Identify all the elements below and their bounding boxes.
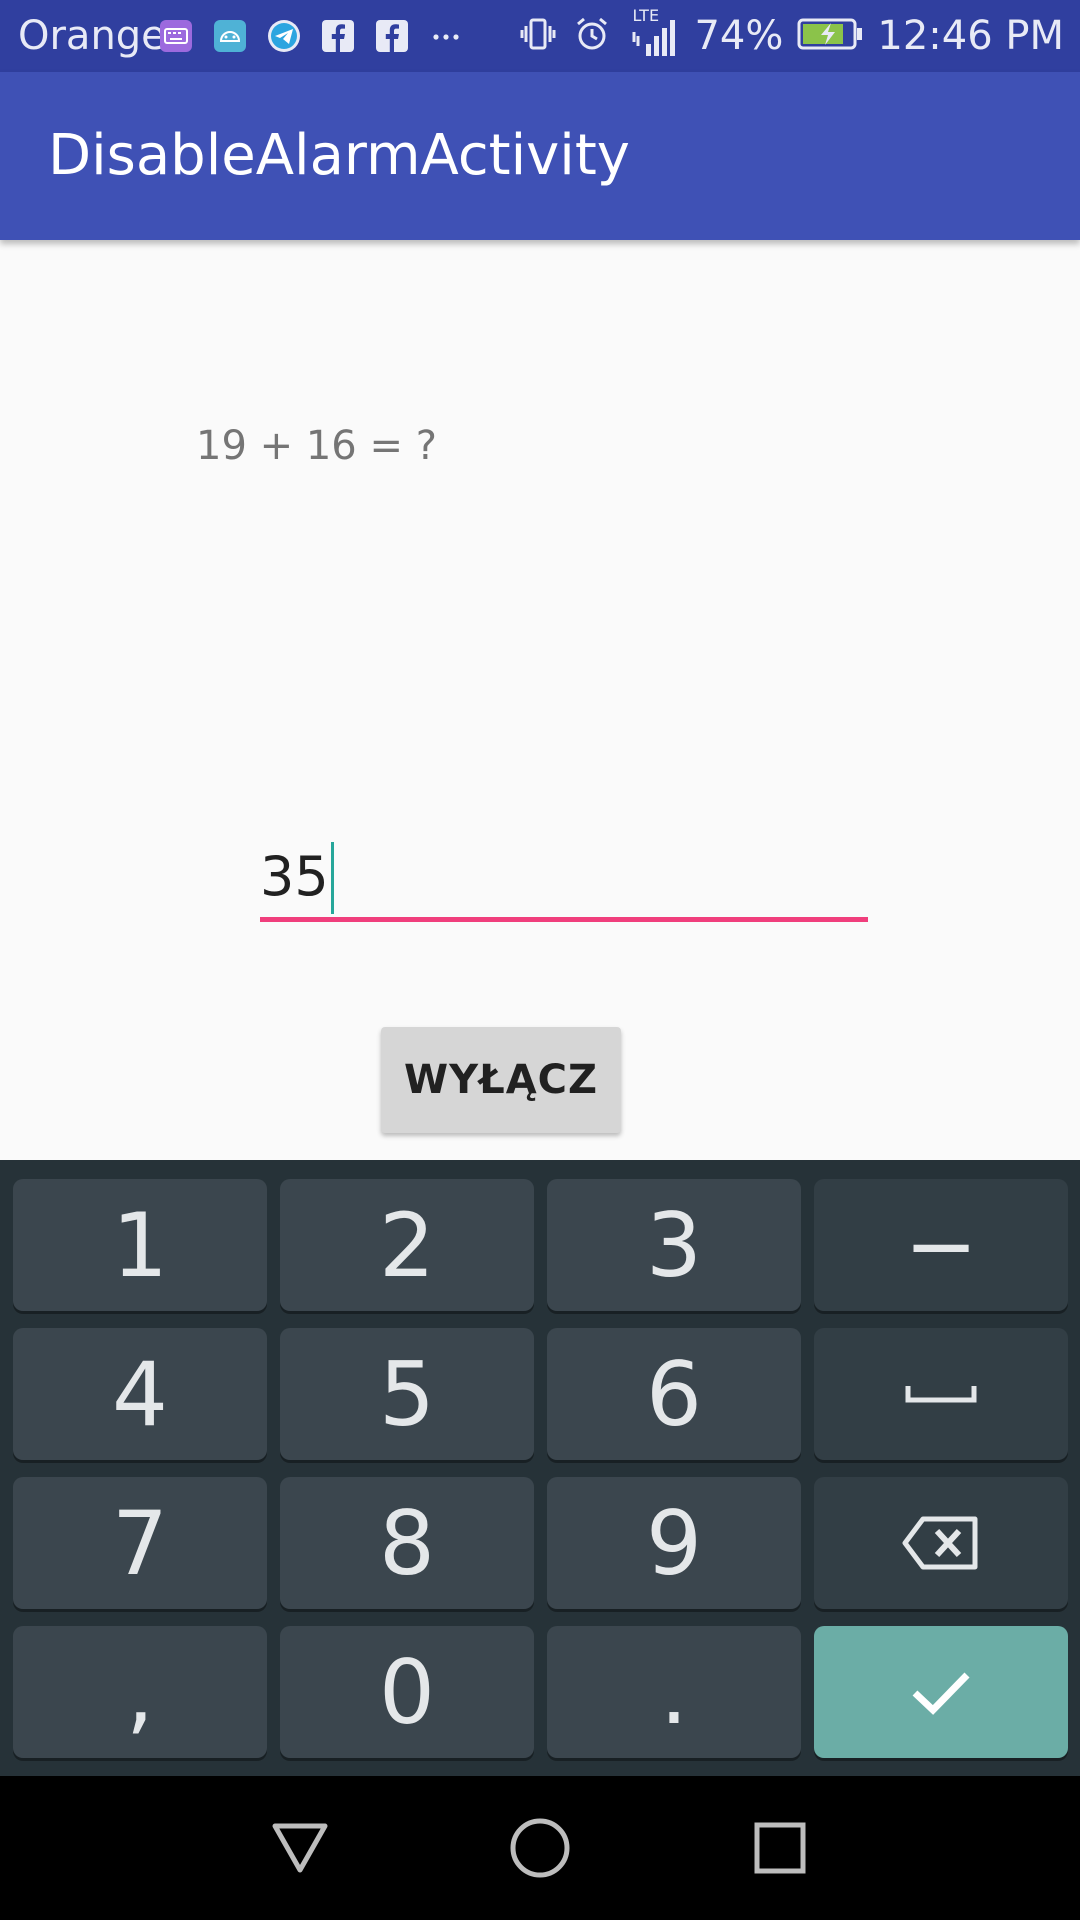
navigation-bar bbox=[0, 1776, 1080, 1920]
key-9[interactable]: 9 bbox=[547, 1477, 801, 1609]
alarm-icon bbox=[572, 14, 612, 58]
checkmark-icon bbox=[912, 1672, 970, 1715]
home-button[interactable] bbox=[498, 1806, 582, 1890]
home-icon bbox=[510, 1818, 570, 1878]
status-right: LTE 74% 12:46 PM bbox=[518, 6, 1064, 62]
clock: 12:46 PM bbox=[877, 13, 1064, 59]
key-3[interactable]: 3 bbox=[547, 1179, 801, 1311]
telegram-icon bbox=[266, 18, 302, 54]
key-0[interactable]: 0 bbox=[280, 1626, 534, 1758]
signal-icon: LTE bbox=[626, 6, 680, 60]
status-bar: Orange LTE 74% 12:46 PM bbox=[0, 0, 1080, 72]
key-7[interactable]: 7 bbox=[13, 1477, 267, 1609]
key-4[interactable]: 4 bbox=[13, 1328, 267, 1460]
enter-key[interactable] bbox=[814, 1626, 1068, 1758]
carrier-name: Orange bbox=[18, 13, 166, 59]
back-button[interactable] bbox=[258, 1806, 342, 1890]
vibrate-icon bbox=[518, 14, 558, 58]
facebook-icon bbox=[320, 18, 356, 54]
back-icon bbox=[272, 1823, 328, 1873]
math-question: 19 + 16 = ? bbox=[196, 423, 437, 469]
battery-charging-icon bbox=[797, 16, 863, 56]
recents-button[interactable] bbox=[738, 1806, 822, 1890]
app-bar: DisableAlarmActivity bbox=[0, 72, 1080, 240]
key-8[interactable]: 8 bbox=[280, 1477, 534, 1609]
numeric-keyboard: 1 2 3 − 4 5 6 7 8 9 , 0 . bbox=[0, 1160, 1080, 1776]
backspace-icon bbox=[902, 1516, 978, 1570]
battery-percent: 74% bbox=[694, 13, 784, 59]
space-icon bbox=[905, 1386, 977, 1403]
more-icon bbox=[428, 18, 464, 54]
key-5[interactable]: 5 bbox=[280, 1328, 534, 1460]
notification-icons bbox=[158, 14, 464, 58]
facebook-icon bbox=[374, 18, 410, 54]
page-title: DisableAlarmActivity bbox=[48, 123, 630, 188]
keyboard-icon bbox=[158, 18, 194, 54]
key-2[interactable]: 2 bbox=[280, 1179, 534, 1311]
key-period[interactable]: . bbox=[547, 1626, 801, 1758]
key-6[interactable]: 6 bbox=[547, 1328, 801, 1460]
key-1[interactable]: 1 bbox=[13, 1179, 267, 1311]
answer-value: 35 bbox=[260, 845, 329, 908]
disable-alarm-button[interactable]: WYŁĄCZ bbox=[381, 1027, 621, 1133]
text-caret bbox=[330, 842, 334, 914]
key-minus[interactable]: − bbox=[814, 1179, 1068, 1311]
backspace-key[interactable] bbox=[814, 1477, 1068, 1609]
answer-input[interactable]: 35 bbox=[260, 830, 868, 922]
space-key[interactable] bbox=[814, 1328, 1068, 1460]
key-comma[interactable]: , bbox=[13, 1626, 267, 1758]
android-icon bbox=[212, 18, 248, 54]
recents-icon bbox=[754, 1822, 806, 1874]
